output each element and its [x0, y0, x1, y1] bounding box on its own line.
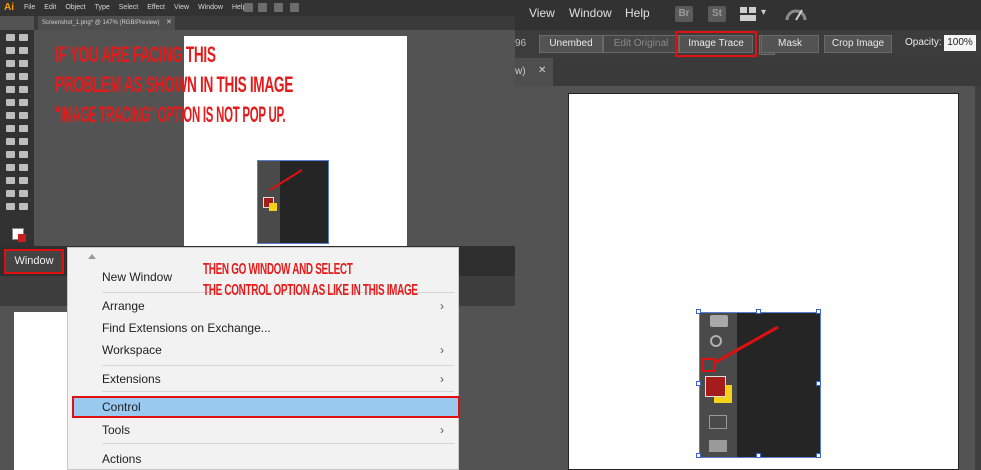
- annotation-arrows: [269, 169, 779, 364]
- arrow-left-thumbnail: [269, 169, 303, 191]
- arrow-right-thumbnail: [715, 325, 779, 364]
